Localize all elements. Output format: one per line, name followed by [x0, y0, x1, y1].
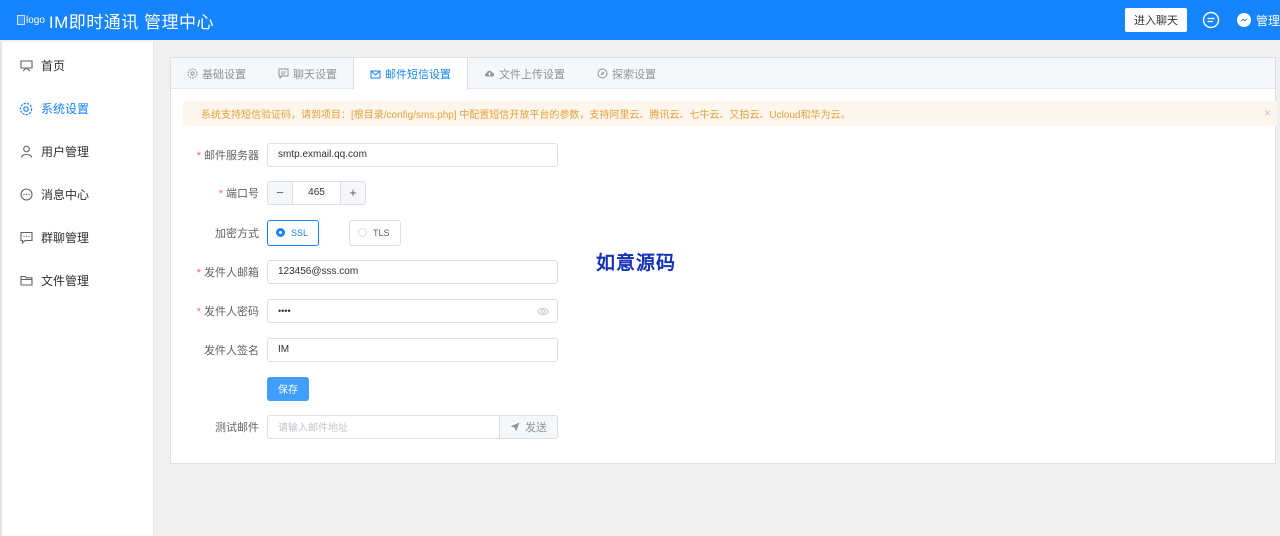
- sender-password-row: * 发件人密码 ••••: [171, 298, 771, 323]
- encryption-row: 加密方式 SSL TLS: [171, 219, 771, 246]
- tab-basic-settings[interactable]: 基础设置: [171, 58, 262, 89]
- field-label: * 端口号: [218, 187, 259, 200]
- radio-dot: [276, 228, 285, 237]
- sidebar-item-label: 用户管理: [41, 145, 90, 159]
- input-value: smtp.exmail.qq.com: [278, 149, 367, 160]
- message-icon: [19, 188, 33, 202]
- field-label: 发件人签名: [204, 344, 259, 357]
- watermark-text: 如意源码: [596, 252, 677, 274]
- radio-label: TLS: [373, 227, 390, 238]
- radio-tls[interactable]: TLS: [349, 219, 401, 246]
- tab-label: 文件上传设置: [499, 68, 565, 81]
- user-menu[interactable]: 管理: [1236, 12, 1280, 29]
- mail-server-row: * 邮件服务器 smtp.exmail.qq.com: [171, 142, 771, 167]
- logo-image: logo: [17, 15, 45, 26]
- test-mail-input[interactable]: 请输入邮件地址 发送: [267, 414, 558, 439]
- save-row: 保存: [171, 376, 771, 401]
- sender-email-row: * 发件人邮箱 123456@sss.com: [171, 259, 771, 284]
- mail-icon: [370, 70, 381, 78]
- port-stepper: − 465 +: [267, 180, 366, 205]
- decrement-button[interactable]: −: [268, 181, 293, 204]
- close-icon[interactable]: ×: [1264, 106, 1271, 120]
- tab-label: 基础设置: [202, 68, 246, 81]
- radio-ssl[interactable]: SSL: [267, 219, 319, 246]
- field-label: 加密方式: [215, 227, 259, 240]
- test-mail-row: 测试邮件 请输入邮件地址 发送: [171, 414, 771, 439]
- tab-label: 邮件短信设置: [385, 69, 451, 81]
- sender-signature-input[interactable]: IM: [267, 337, 558, 362]
- sidebar-item-label: 文件管理: [41, 274, 90, 288]
- settings-tabs: 基础设置 聊天设置 邮件短信设置 文件上传设置 探索设置: [171, 58, 1275, 90]
- sidebar-item-files[interactable]: 文件管理: [2, 259, 153, 302]
- sidebar-item-label: 群聊管理: [41, 231, 90, 245]
- tab-label: 聊天设置: [293, 68, 337, 81]
- gear-icon: [187, 68, 198, 79]
- group-chat-icon: [19, 231, 33, 245]
- field-label: * 发件人邮箱: [196, 266, 259, 279]
- radio-label: SSL: [291, 227, 309, 238]
- sidebar-item-home[interactable]: 首页: [2, 44, 153, 87]
- port-row: * 端口号 − 465 +: [171, 180, 771, 205]
- sidebar-item-label: 系统设置: [41, 102, 90, 116]
- sidebar-item-label: 首页: [41, 59, 66, 73]
- input-value: ••••: [278, 305, 291, 316]
- sender-email-input[interactable]: 123456@sss.com: [267, 259, 558, 284]
- compass-icon: [597, 68, 608, 79]
- sidebar-item-system-settings[interactable]: 系统设置: [2, 87, 153, 130]
- enter-chat-button[interactable]: 进入聊天: [1124, 8, 1187, 32]
- sender-signature-row: 发件人签名 IM: [171, 337, 771, 362]
- sidebar-item-messages[interactable]: 消息中心: [2, 173, 153, 216]
- user-icon: [19, 145, 33, 159]
- tab-chat-settings[interactable]: 聊天设置: [262, 58, 353, 89]
- user-name: 管理: [1255, 13, 1280, 28]
- field-label: * 邮件服务器: [196, 149, 259, 162]
- eye-icon[interactable]: [537, 307, 549, 316]
- radio-dot: [358, 228, 367, 237]
- sender-password-input[interactable]: ••••: [267, 298, 558, 323]
- input-value: IM: [278, 344, 290, 355]
- port-input[interactable]: 465: [293, 182, 340, 204]
- increment-button[interactable]: +: [340, 181, 365, 204]
- chat-bubble-icon[interactable]: [1202, 11, 1220, 29]
- dashboard-icon: [19, 59, 33, 73]
- tab-explore-settings[interactable]: 探索设置: [581, 58, 672, 89]
- chat-icon: [278, 68, 289, 79]
- field-label: 测试邮件: [215, 421, 259, 434]
- gear-icon: [19, 102, 33, 116]
- cloud-upload-icon: [485, 70, 494, 77]
- tab-mail-sms-settings[interactable]: 邮件短信设置: [353, 58, 468, 90]
- mail-server-input[interactable]: smtp.exmail.qq.com: [267, 142, 558, 167]
- field-label: * 发件人密码: [196, 305, 259, 318]
- paper-plane-icon: [510, 422, 520, 431]
- logo-alt-text: logo: [26, 14, 45, 26]
- sidebar-item-group-chats[interactable]: 群聊管理: [2, 216, 153, 259]
- sidebar: 首页 系统设置 用户管理 消息中心 群聊管理 文件管理: [2, 42, 154, 536]
- tab-file-upload-settings[interactable]: 文件上传设置: [468, 58, 581, 89]
- tab-label: 探索设置: [612, 68, 656, 81]
- settings-card: 基础设置 聊天设置 邮件短信设置 文件上传设置 探索设置 系统支持短信验证码，请…: [170, 57, 1277, 464]
- sidebar-item-users[interactable]: 用户管理: [2, 130, 153, 173]
- folder-icon: [19, 274, 33, 288]
- save-button[interactable]: 保存: [267, 376, 309, 401]
- input-placeholder: 请输入邮件地址: [278, 423, 348, 434]
- messenger-icon: [1236, 13, 1251, 27]
- app-title: IM即时通讯 管理中心: [48, 12, 215, 32]
- send-label: 发送: [525, 421, 547, 434]
- sms-config-alert: 系统支持短信验证码，请到项目：[根目录/config/sms.php] 中配置短…: [183, 101, 1277, 126]
- brand: logo IM即时通讯 管理中心: [17, 8, 214, 33]
- input-value: 123456@sss.com: [278, 266, 359, 277]
- send-button[interactable]: 发送: [499, 414, 558, 439]
- alert-text: 系统支持短信验证码，请到项目：[根目录/config/sms.php] 中配置短…: [201, 110, 851, 121]
- top-header: logo IM即时通讯 管理中心 进入聊天 管理: [0, 0, 1280, 40]
- sidebar-item-label: 消息中心: [41, 188, 90, 202]
